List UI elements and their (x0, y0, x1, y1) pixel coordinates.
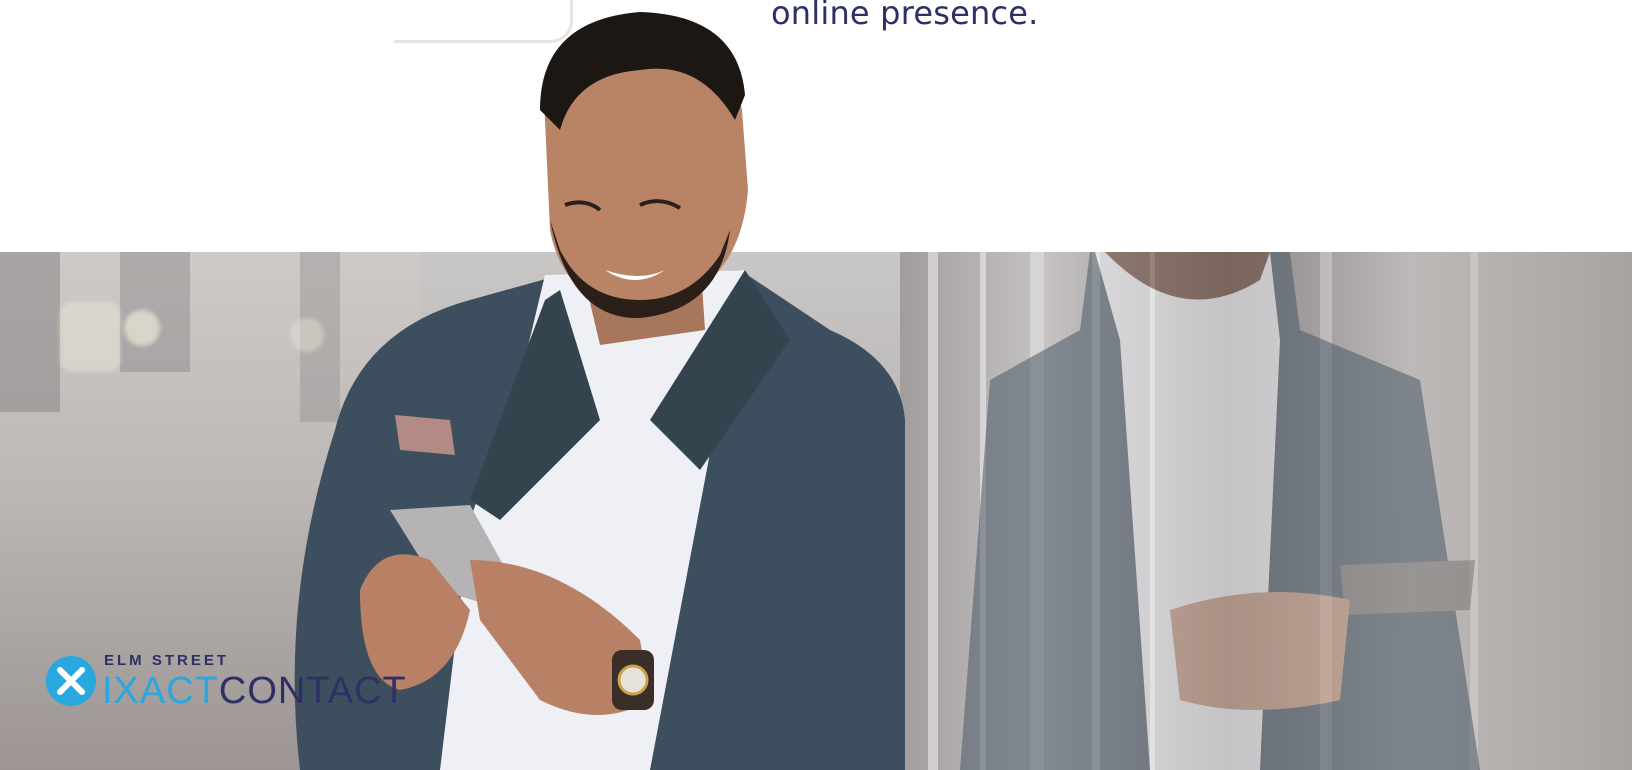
logo-mark-icon (46, 656, 96, 706)
logo-wordmark-part1: IXACT (102, 670, 219, 712)
logo-wordmark-part2: CONTACT (218, 670, 407, 712)
company-logo: ELM STREET IXACTCONTACT (46, 652, 446, 712)
logo-small-text: ELM STREET (104, 652, 230, 669)
glass-wall-reflection (900, 252, 1632, 770)
tagline: online presence. (771, 0, 1039, 32)
pinwheel-icon (57, 667, 85, 695)
decorative-curve (394, 0, 573, 43)
logo-wordmark: IXACTCONTACT (102, 670, 407, 713)
